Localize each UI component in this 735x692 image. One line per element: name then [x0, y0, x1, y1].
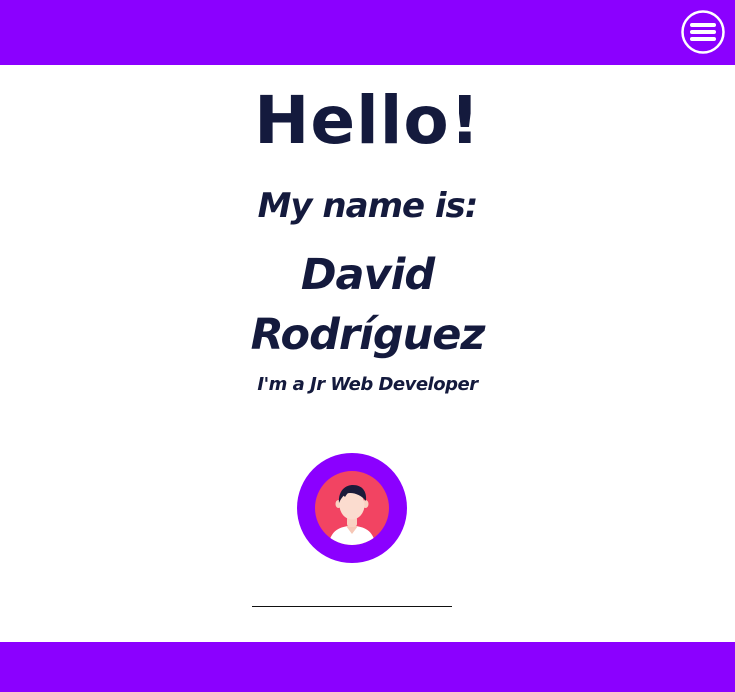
last-name: Rodríguez	[250, 310, 486, 360]
section-divider	[252, 606, 452, 607]
role-subtitle: I'm a Jr Web Developer	[257, 374, 478, 395]
user-avatar-icon	[297, 453, 407, 563]
avatar	[296, 452, 408, 564]
footer-bar	[0, 642, 735, 692]
intro-heading: My name is:	[257, 186, 479, 226]
greeting-heading: Hello!	[254, 82, 481, 159]
top-navbar	[0, 0, 735, 65]
first-name: David	[300, 250, 435, 300]
name-heading: David Rodríguez	[0, 245, 735, 365]
menu-button[interactable]	[681, 10, 725, 54]
hero-section: Hello! My name is: David Rodríguez I'm a…	[0, 65, 735, 642]
hamburger-menu-icon	[681, 10, 725, 54]
